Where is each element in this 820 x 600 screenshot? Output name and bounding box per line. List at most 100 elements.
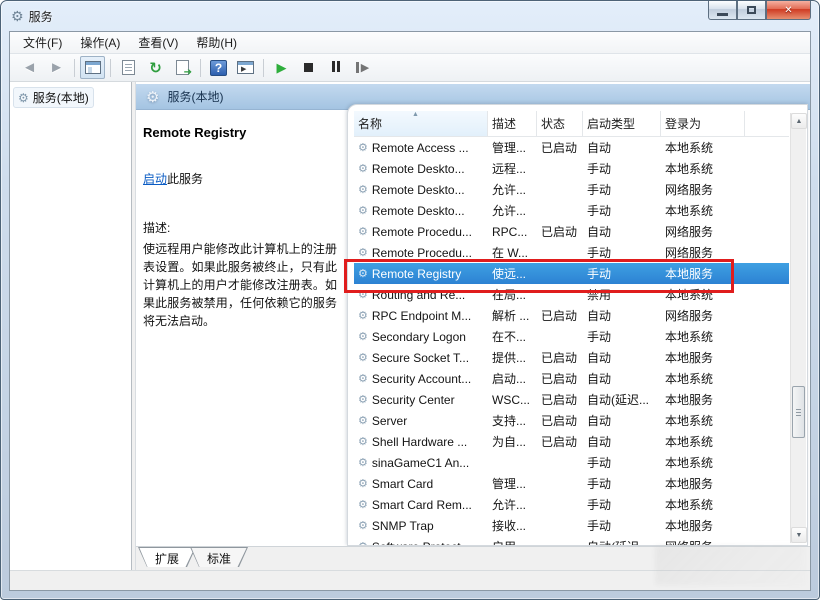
table-row[interactable]: ⚙Remote Deskto...远程...手动本地系统 [354, 158, 789, 179]
table-row[interactable]: ⚙Shell Hardware ...为自...已启动自动本地系统 [354, 431, 789, 452]
cell: 网络服务 [661, 244, 745, 261]
cell: 本地服务 [661, 517, 745, 534]
cell: 禁用 [583, 286, 661, 303]
back-button[interactable]: ◄ [17, 56, 42, 79]
maximize-button[interactable] [737, 1, 766, 20]
service-name: Server [372, 414, 407, 428]
cell: 本地系统 [661, 160, 745, 177]
cell: RPC... [488, 225, 537, 239]
cell: 已启动 [537, 370, 583, 387]
cell: ⚙Routing and Re... [354, 288, 488, 302]
toolbar-separator [110, 59, 111, 77]
show-action-pane-button[interactable] [233, 56, 258, 79]
table-row[interactable]: ⚙Remote Registry使远...手动本地服务 [354, 263, 789, 284]
refresh-button[interactable]: ↻ [143, 56, 168, 79]
table-row[interactable]: ⚙sinaGameC1 An...手动本地系统 [354, 452, 789, 473]
table-row[interactable]: ⚙Smart Card管理...手动本地服务 [354, 473, 789, 494]
table-row[interactable]: ⚙Security Account...启动...已启动自动本地系统 [354, 368, 789, 389]
cell: ⚙sinaGameC1 An... [354, 456, 488, 470]
table-row[interactable]: ⚙Security CenterWSC...已启动自动(延迟...本地服务 [354, 389, 789, 410]
table-row[interactable]: ⚙Server支持...已启动自动本地系统 [354, 410, 789, 431]
cell: ⚙Shell Hardware ... [354, 435, 488, 449]
cell: ⚙SNMP Trap [354, 519, 488, 533]
cell: 解析 ... [488, 307, 537, 324]
vertical-scrollbar[interactable]: ▲ ▼ [790, 113, 806, 543]
scroll-up-button[interactable]: ▲ [791, 113, 807, 129]
start-service-link[interactable]: 启动 [143, 172, 167, 186]
export-list-button[interactable] [170, 56, 195, 79]
play-icon: ▶ [277, 60, 287, 76]
scrollbar-thumb[interactable] [792, 386, 805, 438]
gear-icon: ⚙ [18, 91, 29, 105]
service-gear-icon: ⚙ [358, 267, 368, 280]
toolbar-separator [74, 59, 75, 77]
close-button[interactable]: ✕ [766, 1, 811, 20]
pause-service-button[interactable] [323, 56, 348, 79]
column-header-label: 描述 [492, 115, 516, 132]
column-header-description[interactable]: 描述 [488, 111, 537, 136]
restart-service-button[interactable]: ▶ [350, 56, 375, 79]
cell: ⚙Remote Procedu... [354, 246, 488, 260]
service-name: Security Account... [372, 372, 471, 386]
cell: 使远... [488, 265, 537, 282]
properties-button[interactable] [116, 56, 141, 79]
cell: 网络服务 [661, 307, 745, 324]
cell: 已启动 [537, 307, 583, 324]
cell: 已启动 [537, 433, 583, 450]
minimize-button[interactable] [708, 1, 737, 20]
column-header-status[interactable]: 状态 [537, 111, 583, 136]
cell: 启用... [488, 538, 537, 545]
stop-service-button[interactable] [296, 56, 321, 79]
cell: 允许... [488, 496, 537, 513]
column-header-startup-type[interactable]: 启动类型 [583, 111, 661, 136]
column-header-logon-as[interactable]: 登录为 [661, 111, 745, 136]
cell: 本地系统 [661, 412, 745, 429]
toolbar: ◄ ► ↻ ? ▶ ▶ [10, 54, 810, 82]
service-rows: ⚙Remote Access ...管理...已启动自动本地系统⚙Remote … [354, 137, 789, 545]
cell: 自动 [583, 433, 661, 450]
show-console-tree-button[interactable] [80, 56, 105, 79]
cell: ⚙Security Account... [354, 372, 488, 386]
table-row[interactable]: ⚙Remote Deskto...允许...手动本地系统 [354, 200, 789, 221]
table-row[interactable]: ⚙RPC Endpoint M...解析 ...已启动自动网络服务 [354, 305, 789, 326]
cell: 管理... [488, 475, 537, 492]
window-client-area: 文件(F) 操作(A) 查看(V) 帮助(H) ◄ ► ↻ ? ▶ ▶ [9, 31, 811, 591]
menu-file[interactable]: 文件(F) [14, 32, 71, 53]
window-controls: ✕ [708, 1, 811, 20]
tab-standard[interactable]: 标准 [190, 547, 248, 567]
tree-item-services-local[interactable]: ⚙ 服务(本地) [13, 87, 94, 108]
service-name: Remote Deskto... [372, 204, 465, 218]
table-row[interactable]: ⚙Routing and Re...在局...禁用本地系统 [354, 284, 789, 305]
forward-button[interactable]: ► [44, 56, 69, 79]
menu-view[interactable]: 查看(V) [129, 32, 187, 53]
cell: 本地系统 [661, 496, 745, 513]
table-row[interactable]: ⚙Remote Deskto...允许...手动网络服务 [354, 179, 789, 200]
title-bar[interactable]: ⚙ 服务 ✕ [1, 1, 819, 31]
column-header-name[interactable]: 名称 ▲ [354, 111, 488, 136]
start-service-button[interactable]: ▶ [269, 56, 294, 79]
table-row[interactable]: ⚙Secondary Logon在不...手动本地系统 [354, 326, 789, 347]
table-row[interactable]: ⚙Remote Procedu...RPC...已启动自动网络服务 [354, 221, 789, 242]
tab-extended[interactable]: 扩展 [138, 547, 196, 567]
console-tree-panel: ⚙ 服务(本地) [10, 82, 132, 570]
service-name: Remote Procedu... [372, 225, 472, 239]
table-row[interactable]: ⚙Smart Card Rem...允许...手动本地系统 [354, 494, 789, 515]
help-button[interactable]: ? [206, 56, 231, 79]
menu-action[interactable]: 操作(A) [71, 32, 129, 53]
banner-title: 服务(本地) [167, 88, 223, 105]
service-gear-icon: ⚙ [358, 309, 368, 322]
table-row[interactable]: ⚙Software Protect...启用...自动(延迟...网络服务 [354, 536, 789, 545]
service-gear-icon: ⚙ [358, 141, 368, 154]
scroll-down-button[interactable]: ▼ [791, 527, 807, 543]
cell: ⚙Secondary Logon [354, 330, 488, 344]
start-service-suffix: 此服务 [167, 172, 203, 186]
table-row[interactable]: ⚙SNMP Trap接收...手动本地服务 [354, 515, 789, 536]
table-row[interactable]: ⚙Remote Access ...管理...已启动自动本地系统 [354, 137, 789, 158]
table-row[interactable]: ⚙Secure Socket T...提供...已启动自动本地服务 [354, 347, 789, 368]
table-row[interactable]: ⚙Remote Procedu...在 W...手动网络服务 [354, 242, 789, 263]
tree-item-label: 服务(本地) [33, 89, 89, 106]
right-pane: ⚙ 服务(本地) Remote Registry 启动此服务 描述: 使远程用户… [136, 82, 810, 570]
menu-help[interactable]: 帮助(H) [187, 32, 246, 53]
tab-extended-label: 扩展 [139, 548, 195, 567]
cell: 本地服务 [661, 265, 745, 282]
